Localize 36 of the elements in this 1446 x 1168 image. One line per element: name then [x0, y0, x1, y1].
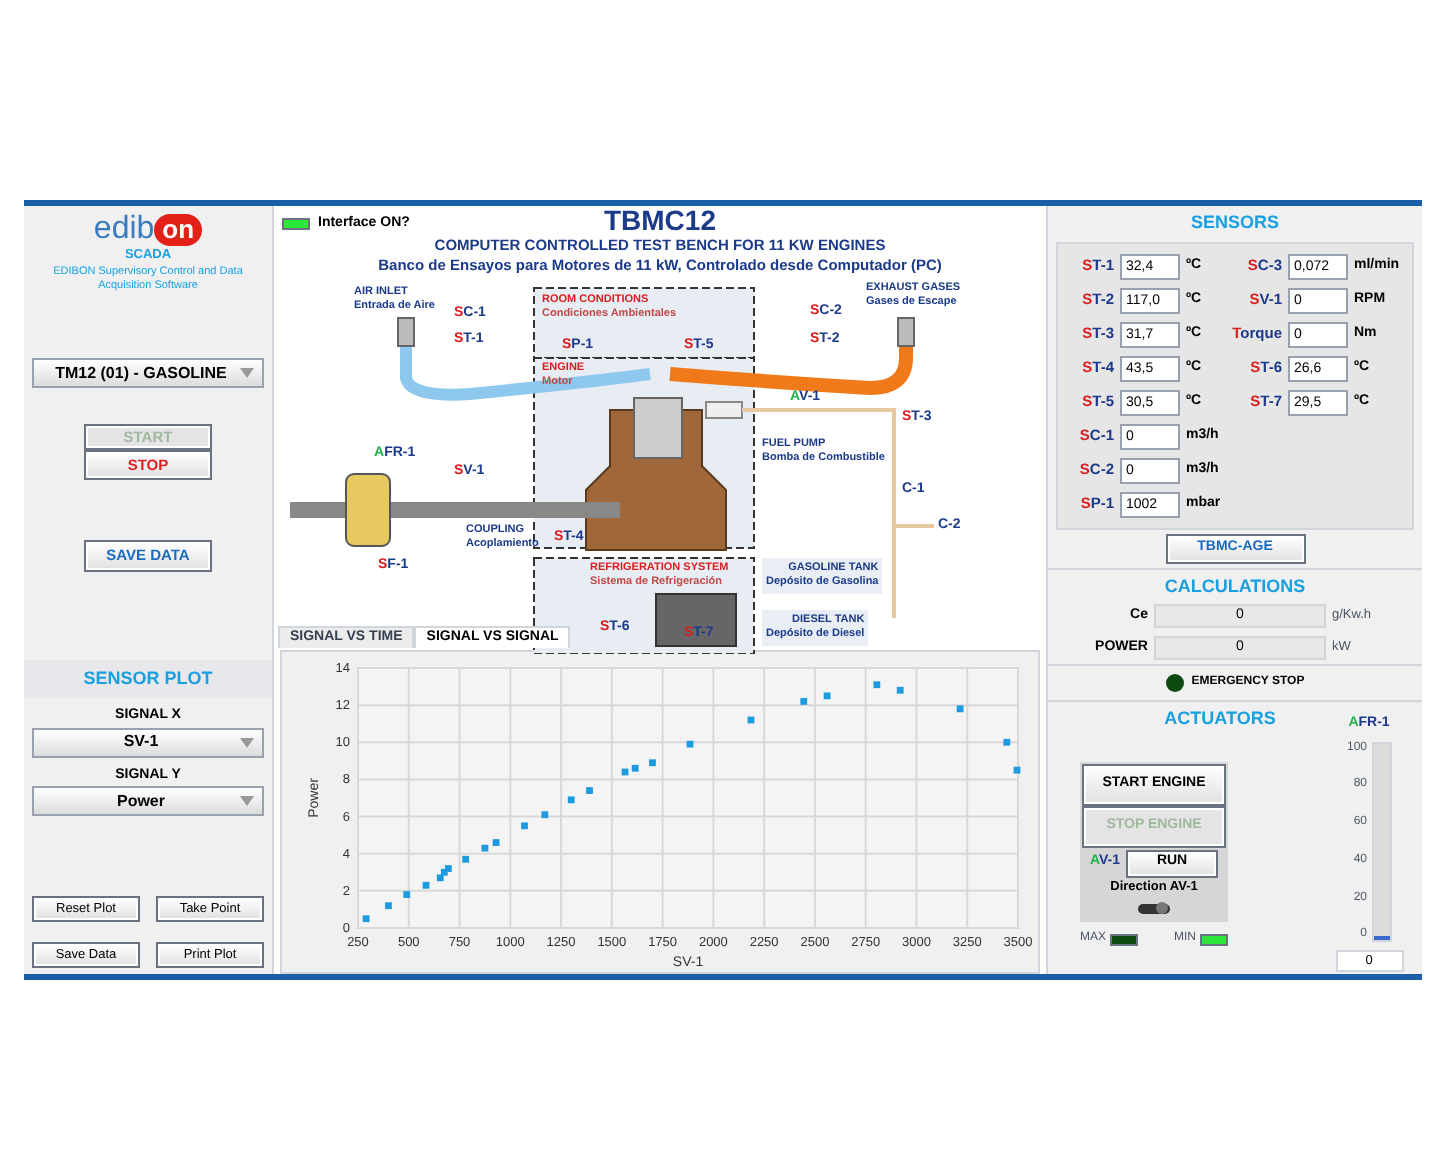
data-point [403, 891, 411, 898]
section-header: SENSORS [1188, 210, 1281, 236]
data-point [686, 740, 694, 748]
toggle-switch-icon[interactable] [1138, 900, 1170, 917]
data-point [800, 698, 808, 705]
data-point [567, 796, 575, 804]
data-point [747, 716, 755, 724]
slider-track[interactable] [1371, 741, 1391, 941]
dropdown-arrow-icon [240, 796, 254, 806]
unit-select[interactable]: TM12 (01) - GASOLINE [32, 358, 264, 388]
data-point [586, 787, 593, 794]
data-point [896, 686, 904, 694]
dropdown-arrow-icon [240, 368, 254, 378]
data-point [823, 692, 831, 700]
data-point [385, 902, 392, 910]
section-header: SENSOR PLOT [24, 659, 272, 698]
page-title: TBMC12 [603, 206, 716, 236]
data-point [1003, 738, 1011, 746]
data-point [422, 881, 430, 889]
data-point [956, 705, 964, 713]
dropdown-arrow-icon [240, 737, 254, 747]
section-header: ACTUATORS [1162, 706, 1278, 732]
data-point [362, 915, 370, 923]
data-point [1013, 766, 1021, 774]
signal-y-select[interactable]: Power [32, 786, 264, 816]
data-point [462, 855, 470, 863]
data-point [481, 844, 489, 852]
data-point [492, 839, 500, 846]
data-point [873, 681, 881, 689]
data-point [541, 811, 549, 819]
data-point [521, 822, 528, 830]
data-point [649, 759, 656, 767]
signal-x-select[interactable]: SV-1 [32, 727, 264, 757]
logo-badge: on [154, 214, 203, 246]
section-header: CALCULATIONS [1162, 573, 1308, 599]
logo-text: edib [93, 214, 155, 246]
